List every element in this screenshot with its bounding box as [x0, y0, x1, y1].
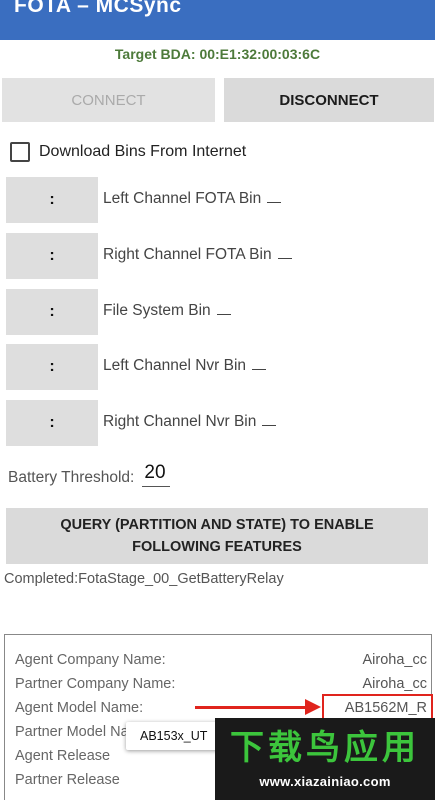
watermark-logo: 下载鸟应用 www.xiazainiao.com — [215, 718, 435, 800]
info-label: Agent Release — [15, 748, 111, 764]
app-bar: FOTA – MCSync — [0, 0, 435, 40]
download-bins-row[interactable]: Download Bins From Internet — [10, 142, 246, 162]
annotation-arrow-icon — [305, 699, 321, 715]
right-fota-bin-button[interactable]: : — [6, 233, 98, 279]
download-bins-checkbox[interactable] — [10, 142, 30, 162]
right-nvr-bin-label: Right Channel Nvr Bin — [103, 412, 277, 431]
battery-threshold-row: Battery Threshold: 20 — [8, 462, 171, 487]
bin-row-right-fota: : Right Channel FOTA Bin — [6, 233, 426, 279]
model-tooltip: AB153x_UT — [126, 722, 226, 750]
bin-row-left-nvr: : Left Channel Nvr Bin — [6, 344, 426, 390]
file-system-bin-button[interactable]: : — [6, 289, 98, 335]
right-fota-bin-label: Right Channel FOTA Bin — [103, 245, 292, 264]
left-nvr-bin-label: Left Channel Nvr Bin — [103, 356, 267, 375]
bin-row-file-system: : File System Bin — [6, 289, 426, 335]
query-partition-button[interactable]: QUERY (PARTITION AND STATE) TO ENABLE FO… — [6, 508, 428, 564]
disconnect-button[interactable]: DISCONNECT — [224, 78, 434, 122]
watermark-url: www.xiazainiao.com — [259, 774, 391, 789]
info-label: Agent Company Name: — [15, 652, 166, 668]
info-label: Agent Model Name: — [15, 700, 144, 716]
battery-threshold-label: Battery Threshold: — [8, 469, 135, 486]
bin-row-left-fota: : Left Channel FOTA Bin — [6, 177, 426, 223]
info-value: Airoha_cc — [362, 676, 427, 692]
connect-button[interactable]: CONNECT — [2, 78, 215, 122]
app-title: FOTA – MCSync — [14, 0, 182, 17]
info-row-agent-company: Agent Company Name: Airoha_cc — [15, 652, 431, 668]
annotation-highlight-box — [322, 694, 433, 721]
target-bda: Target BDA: 00:E1:32:00:03:6C — [114, 46, 321, 62]
left-fota-bin-label: Left Channel FOTA Bin — [103, 189, 282, 208]
download-bins-label: Download Bins From Internet — [39, 143, 247, 160]
status-text: Completed:FotaStage_00_GetBatteryRelay — [4, 571, 284, 587]
annotation-arrow-line — [195, 706, 313, 709]
info-label: Partner Company Name: — [15, 676, 176, 692]
battery-threshold-input[interactable]: 20 — [142, 462, 171, 487]
right-nvr-bin-button[interactable]: : — [6, 400, 98, 446]
bin-row-right-nvr: : Right Channel Nvr Bin — [6, 400, 426, 446]
left-nvr-bin-button[interactable]: : — [6, 344, 98, 390]
info-row-partner-company: Partner Company Name: Airoha_cc — [15, 676, 431, 692]
info-label: Partner Release — [15, 772, 120, 788]
file-system-bin-label: File System Bin — [103, 301, 231, 320]
left-fota-bin-button[interactable]: : — [6, 177, 98, 223]
info-value: Airoha_cc — [362, 652, 427, 668]
watermark-title: 下载鸟应用 — [230, 728, 420, 768]
